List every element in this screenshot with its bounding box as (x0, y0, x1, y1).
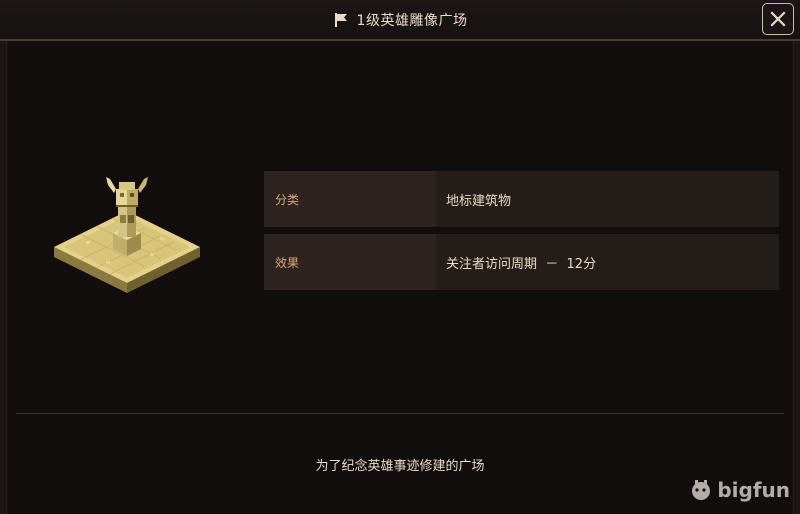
info-label-category: 分类 (264, 171, 436, 227)
title-bar: 1级英雄雕像广场 (0, 0, 800, 41)
watermark-text: bigfun (717, 478, 790, 502)
building-description: 为了纪念英雄事迹修建的广场 (315, 459, 485, 474)
info-value-category: 地标建筑物 (436, 171, 779, 227)
window-frame-left (0, 41, 7, 514)
bigfun-logo-icon (692, 480, 711, 500)
title-group: 1级英雄雕像广场 (0, 0, 800, 40)
hero-statue-building (54, 177, 200, 293)
window-title: 1级英雄雕像广场 (356, 13, 468, 29)
flag-icon (333, 12, 349, 28)
window-frame-right (793, 41, 800, 514)
info-label-effect: 效果 (264, 234, 436, 290)
info-row-category: 分类 地标建筑物 (264, 171, 779, 227)
watermark: bigfun (689, 478, 790, 502)
info-table: 分类 地标建筑物 效果 关注者访问周期 － 12分 (264, 171, 779, 297)
info-value-effect: 关注者访问周期 － 12分 (436, 234, 779, 290)
info-row-effect: 效果 关注者访问周期 － 12分 (264, 234, 779, 290)
close-button[interactable] (762, 3, 794, 35)
close-icon (770, 11, 786, 27)
section-divider (16, 413, 784, 414)
building-info-window: 1级英雄雕像广场 分类 地标建筑物 效果 关注者访问周期 － 12分 为了纪念英… (0, 0, 800, 514)
